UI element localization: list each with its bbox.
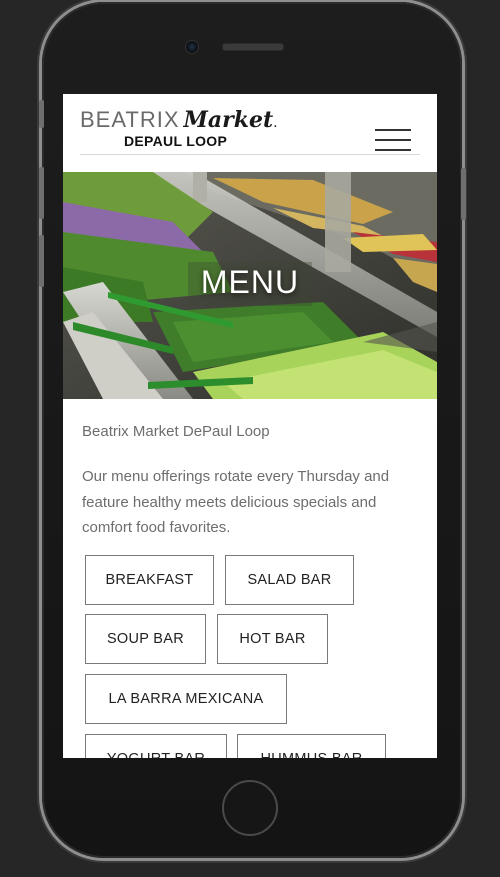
header-divider bbox=[80, 154, 420, 155]
salad-bar-button[interactable]: SALAD BAR bbox=[225, 554, 354, 605]
page-title: MENU bbox=[200, 264, 300, 300]
earpiece-speaker bbox=[222, 43, 284, 51]
home-button[interactable] bbox=[222, 780, 278, 836]
site-header: BEATRIX Market. DEPAUL LOOP bbox=[63, 94, 437, 172]
soup-bar-button[interactable]: SOUP BAR bbox=[85, 613, 206, 664]
breakfast-button[interactable]: BREAKFAST bbox=[85, 554, 214, 605]
logo-location: DEPAUL LOOP bbox=[124, 133, 228, 149]
la-barra-mexicana-button[interactable]: LA BARRA MEXICANA bbox=[85, 673, 287, 724]
phone-screen: BEATRIX Market. DEPAUL LOOP MENU Beatrix… bbox=[63, 94, 437, 758]
volume-up-button bbox=[39, 167, 44, 219]
front-camera bbox=[185, 40, 199, 54]
hero-banner: MENU bbox=[63, 172, 437, 399]
menu-description: Our menu offerings rotate every Thursday… bbox=[82, 468, 390, 536]
hot-bar-button[interactable]: HOT BAR bbox=[217, 613, 328, 664]
main-content: Beatrix Market DePaul Loop Our menu offe… bbox=[63, 399, 437, 758]
logo-wordmark-script: Market bbox=[183, 107, 274, 133]
hamburger-menu-icon[interactable] bbox=[375, 129, 411, 151]
mute-switch bbox=[39, 100, 44, 128]
hummus-bar-button[interactable]: HUMMUS BAR bbox=[237, 733, 386, 758]
location-subtitle: Beatrix Market DePaul Loop bbox=[82, 423, 270, 440]
yogurt-bar-button[interactable]: YOGURT BAR bbox=[85, 733, 227, 758]
volume-down-button bbox=[39, 235, 44, 287]
power-button bbox=[461, 168, 466, 220]
brand-logo[interactable]: BEATRIX Market. DEPAUL LOOP bbox=[80, 108, 280, 154]
logo-wordmark-light: BEATRIX bbox=[80, 107, 180, 132]
menu-category-list: BREAKFAST SALAD BAR SOUP BAR HOT BAR LA … bbox=[85, 554, 418, 758]
